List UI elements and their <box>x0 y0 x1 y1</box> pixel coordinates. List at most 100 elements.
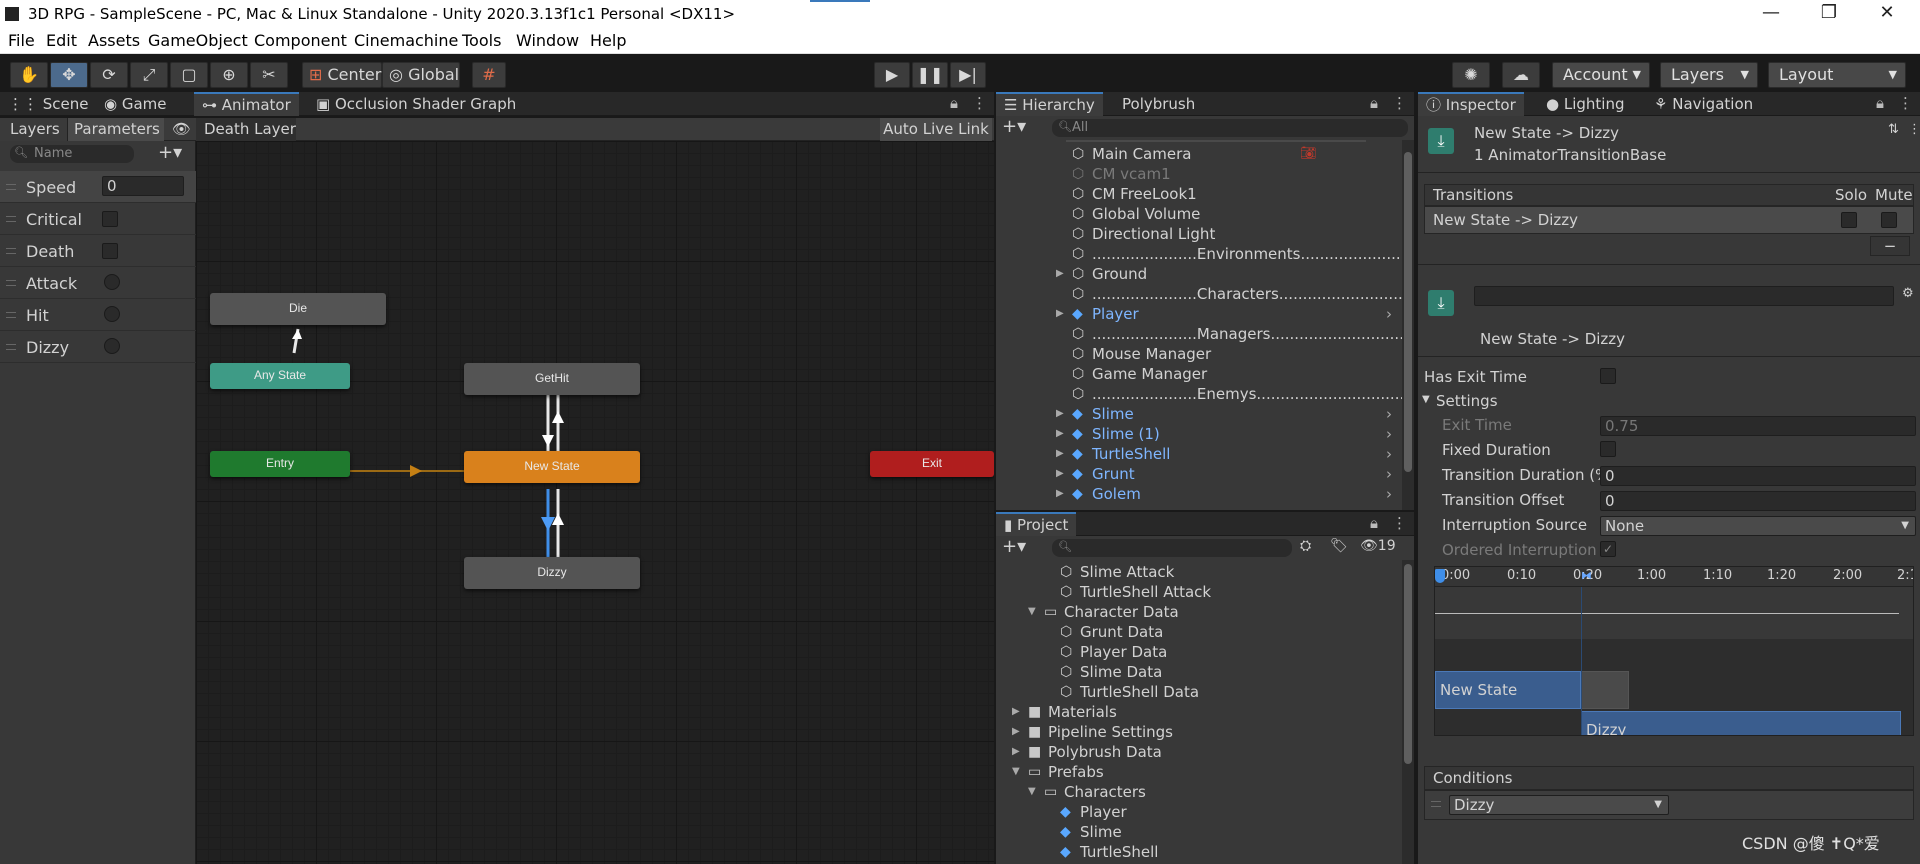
hierarchy-item[interactable]: ⬡ Directional Light <box>996 224 1400 244</box>
hierarchy-item[interactable]: ▶ ◆ Golem › <box>996 484 1400 504</box>
project-item[interactable]: ▼ ▭ Character Data <box>996 602 1400 622</box>
minimize-button[interactable]: — <box>1748 2 1794 23</box>
expand-arrow-icon[interactable]: ▶ <box>1056 464 1064 484</box>
tab-parameters[interactable]: Parameters <box>68 118 164 141</box>
expand-arrow-icon[interactable]: ▶ <box>1012 722 1020 742</box>
attack-trigger[interactable] <box>104 274 120 290</box>
rotate-tool-icon[interactable]: ⟳ <box>90 62 128 88</box>
param-row-attack[interactable]: Attack <box>0 267 196 299</box>
hierarchy-item[interactable]: ⬡ Mouse Manager <box>996 344 1400 364</box>
transition-duration-input[interactable]: 0 <box>1600 466 1916 486</box>
step-icon[interactable]: ▶| <box>950 62 986 88</box>
expand-arrow-icon[interactable]: ▶ <box>1012 702 1020 722</box>
drag-handle-icon[interactable] <box>6 216 16 222</box>
menu-file[interactable]: File <box>8 31 35 50</box>
hit-trigger[interactable] <box>104 306 120 322</box>
expand-arrow-icon[interactable]: ▶ <box>1056 304 1064 324</box>
collapse-arrow-icon[interactable]: ▼ <box>1028 782 1036 802</box>
menu-tools[interactable]: Tools <box>462 31 501 50</box>
hierarchy-search-input[interactable]: All <box>1052 119 1408 137</box>
param-row-critical[interactable]: Critical <box>0 203 196 235</box>
more-menu-icon[interactable]: ⋮ <box>1392 514 1407 532</box>
hierarchy-item[interactable]: ▶ ⬡ Ground <box>996 264 1400 284</box>
solo-checkbox[interactable] <box>1841 212 1857 228</box>
tab-scene[interactable]: ⋮⋮ Scene <box>0 92 97 116</box>
scroll-thumb[interactable] <box>1404 152 1412 472</box>
timeline-state-new-state[interactable]: New State <box>1435 671 1581 709</box>
menu-help[interactable]: Help <box>590 31 626 50</box>
breadcrumb-layer[interactable]: Death Layer <box>196 118 296 141</box>
open-prefab-icon[interactable]: › <box>1386 424 1392 444</box>
account-dropdown[interactable]: Account ▼ <box>1552 62 1650 88</box>
open-prefab-icon[interactable]: › <box>1386 304 1392 324</box>
tab-layers[interactable]: Layers <box>0 118 68 141</box>
grid-snap-icon[interactable]: # <box>472 62 506 88</box>
timeline-state-dizzy[interactable]: Dizzy <box>1581 711 1901 735</box>
hierarchy-scrollbar[interactable] <box>1402 140 1414 510</box>
project-item[interactable]: ▼ ▭ Prefabs <box>996 762 1400 782</box>
expand-arrow-icon[interactable]: ▶ <box>1056 264 1064 284</box>
param-row-dizzy[interactable]: Dizzy <box>0 331 196 363</box>
open-prefab-icon[interactable]: › <box>1386 444 1392 464</box>
expand-arrow-icon[interactable]: ▶ <box>1056 444 1064 464</box>
move-tool-icon[interactable]: ✥ <box>50 62 88 88</box>
expand-arrow-icon[interactable]: ▶ <box>1056 424 1064 444</box>
hierarchy-item[interactable]: ⬡ ......................Environments.....… <box>996 244 1402 264</box>
transform-tool-icon[interactable]: ⊕ <box>210 62 248 88</box>
fixed-duration-checkbox[interactable] <box>1600 441 1616 457</box>
play-icon[interactable]: ▶ <box>874 62 910 88</box>
project-item[interactable]: ▶ ■ Polybrush Data <box>996 742 1400 762</box>
tab-polybrush[interactable]: Polybrush <box>1114 92 1203 116</box>
lock-icon[interactable]: 🔒︎ <box>1370 94 1378 112</box>
tab-animator[interactable]: ⊶ Animator <box>194 92 299 116</box>
animator-graph[interactable]: Die Any State GetHit Entry New State Exi… <box>196 141 994 864</box>
speed-value-input[interactable]: 0 <box>102 176 184 196</box>
hierarchy-item[interactable]: ▶ ◆ Player › <box>996 304 1400 324</box>
project-item[interactable]: ▶ ■ Materials <box>996 702 1400 722</box>
menu-assets[interactable]: Assets <box>88 31 140 50</box>
settings-slider-icon[interactable]: ⇅ <box>1888 122 1899 137</box>
death-checkbox[interactable] <box>102 243 118 259</box>
drag-handle-icon[interactable] <box>6 344 16 350</box>
lock-icon[interactable]: 🔒︎ <box>1876 94 1884 112</box>
collapse-arrow-icon[interactable]: ▼ <box>1028 602 1036 622</box>
drag-handle-icon[interactable] <box>6 280 16 286</box>
transition-offset-input[interactable]: 0 <box>1600 491 1916 511</box>
hierarchy-item[interactable]: ⬡ ......................Enemys...........… <box>996 384 1402 404</box>
tab-project[interactable]: ▮ Project <box>996 512 1077 536</box>
tab-occlusion-shader-graph[interactable]: ▣ Occlusion Shader Graph <box>308 92 524 116</box>
param-search-input[interactable]: Name <box>10 145 134 163</box>
state-node-any-state[interactable]: Any State <box>210 363 350 389</box>
services-icon[interactable]: ✺ <box>1452 62 1490 88</box>
pivot-mode-button[interactable]: ⊞ Center <box>302 62 382 88</box>
state-node-dizzy[interactable]: Dizzy <box>464 557 640 589</box>
state-node-die[interactable]: Die <box>210 293 386 325</box>
hand-tool-icon[interactable]: ✋ <box>10 62 48 88</box>
hierarchy-item[interactable]: ⬡ ......................Managers.........… <box>996 324 1402 344</box>
project-item[interactable]: ⬡ Slime Attack <box>996 562 1400 582</box>
playhead-marker-icon[interactable] <box>1435 569 1445 583</box>
has-exit-time-checkbox[interactable] <box>1600 368 1616 384</box>
exit-time-input[interactable]: 0.75 <box>1600 416 1916 436</box>
add-object-icon[interactable]: +▾ <box>1002 116 1026 137</box>
transition-overlap[interactable] <box>1581 671 1629 709</box>
menu-edit[interactable]: Edit <box>46 31 77 50</box>
tab-lighting[interactable]: ● Lighting <box>1538 92 1633 116</box>
more-menu-icon[interactable]: ⋮ <box>972 94 987 112</box>
expand-arrow-icon[interactable]: ▶ <box>1056 484 1064 504</box>
menu-cinemachine[interactable]: Cinemachine <box>354 31 458 50</box>
layers-dropdown[interactable]: Layers ▼ <box>1660 62 1758 88</box>
settings-foldout[interactable]: Settings <box>1436 392 1498 410</box>
gear-icon[interactable]: ⚙ <box>1902 286 1914 301</box>
lock-icon[interactable]: 🔒︎ <box>1370 514 1378 532</box>
transition-marker-icon[interactable]: ⧓ <box>1581 569 1592 582</box>
tab-inspector[interactable]: ⓘ Inspector <box>1418 92 1524 116</box>
open-prefab-icon[interactable]: › <box>1386 404 1392 424</box>
state-node-new-state[interactable]: New State <box>464 451 640 483</box>
hierarchy-item[interactable]: ▶ ◆ Slime › <box>996 404 1400 424</box>
pause-icon[interactable]: ❚❚ <box>912 62 948 88</box>
project-item[interactable]: ⬡ TurtleShell Attack <box>996 582 1400 602</box>
remove-transition-button[interactable]: − <box>1870 236 1910 256</box>
hierarchy-item[interactable]: ⬡ Game Manager <box>996 364 1400 384</box>
drag-handle-icon[interactable] <box>6 248 16 254</box>
